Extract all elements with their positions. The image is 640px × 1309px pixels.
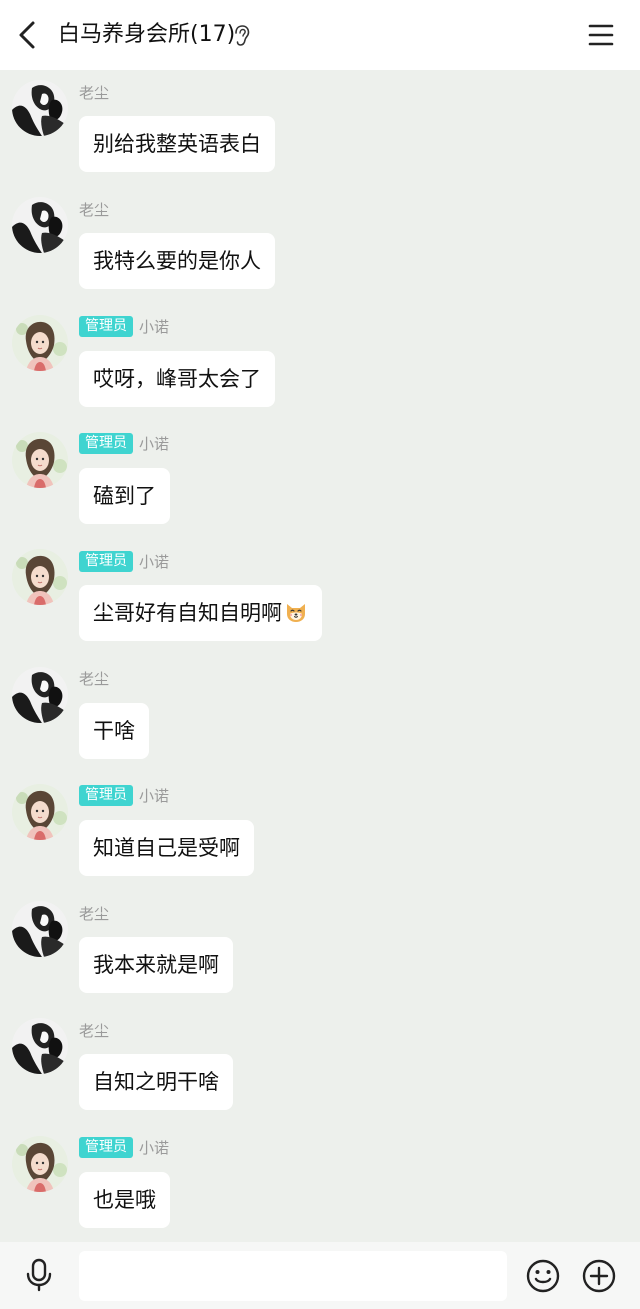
avatar[interactable] [12,1135,68,1192]
admin-badge: 管理员 [79,433,133,455]
sender-name: 老尘 [79,83,110,102]
message-text: 自知之明干啥 [93,1070,219,1095]
admin-badge: 管理员 [79,316,133,338]
avatar[interactable] [12,901,68,958]
shiba-face-icon [287,604,305,623]
input-bar [0,1242,640,1309]
avatar[interactable] [12,783,68,840]
message-bubble[interactable]: 哎呀，峰哥太会了 [79,350,275,407]
sender-info: 老尘 [79,80,109,104]
sender-name: 老尘 [79,670,110,688]
message-bubble[interactable]: 我特么要的是你人 [79,233,275,290]
message-text: 磕到了 [93,483,156,508]
message-item: 管理员 小诺知道自己是受啊 [0,774,640,891]
message-item: 管理员 小诺磕到了 [0,422,640,539]
sender-name: 小诺 [139,787,170,806]
message-item: 老尘干啥 [0,657,640,774]
avatar[interactable] [12,666,68,723]
sender-info: 管理员 小诺 [79,784,169,808]
message-text: 我本来就是啊 [93,953,219,978]
avatar[interactable] [12,549,68,606]
message-text: 尘哥好有自知自明啊 [93,601,282,626]
message-input[interactable] [79,1251,507,1301]
sender-info: 老尘 [79,197,109,221]
message-text: 也是哦 [93,1187,156,1212]
sender-name: 小诺 [139,435,170,454]
chevron-left-icon [19,21,35,49]
plus-circle-icon [582,1259,616,1293]
ear-icon[interactable] [233,24,251,48]
sender-info: 管理员 小诺 [79,1136,169,1160]
message-text: 别给我整英语表白 [93,132,261,156]
avatar[interactable] [12,314,68,371]
chat-header: 白马养身会所(17) [0,0,640,70]
avatar[interactable] [12,197,68,254]
message-text: 哎呀，峰哥太会了 [93,366,261,391]
admin-badge: 管理员 [79,785,133,807]
avatar[interactable] [12,431,68,488]
avatar[interactable] [12,80,68,136]
message-bubble[interactable]: 也是哦 [79,1171,170,1228]
message-item: 老尘自知之明干啥 [0,1008,640,1125]
admin-badge: 管理员 [79,550,133,572]
chat-title: 白马养身会所(17) [58,22,236,47]
avatar[interactable] [12,1018,68,1075]
sender-name: 小诺 [139,1139,170,1158]
sender-name: 小诺 [139,552,170,571]
admin-badge: 管理员 [79,1137,133,1159]
message-item: 管理员 小诺哎呀，峰哥太会了 [0,305,640,422]
message-item: 管理员 小诺也是哦 [0,1126,640,1242]
message-bubble[interactable]: 我本来就是啊 [79,937,233,994]
sender-name: 老尘 [79,904,110,923]
menu-button[interactable] [586,20,616,50]
back-button[interactable] [12,18,42,52]
smiley-icon [526,1259,560,1293]
sender-name: 老尘 [79,1021,110,1040]
sender-info: 老尘 [79,1018,109,1042]
message-text: 知道自己是受啊 [93,835,240,860]
message-text: 我特么要的是你人 [93,249,261,274]
sender-name: 小诺 [139,318,170,337]
hamburger-menu-icon [588,24,614,46]
microphone-icon [26,1258,52,1292]
sender-info: 老尘 [79,667,109,691]
message-bubble[interactable]: 别给我整英语表白 [79,116,275,172]
message-item: 管理员 小诺尘哥好有自知自明啊 [0,539,640,656]
message-bubble[interactable]: 自知之明干啥 [79,1054,233,1111]
message-item: 老尘别给我整英语表白 [0,70,640,187]
message-item: 老尘我特么要的是你人 [0,187,640,304]
voice-button[interactable] [22,1258,56,1292]
emoji-button[interactable] [525,1258,561,1294]
sender-name: 老尘 [79,200,110,219]
sender-info: 管理员 小诺 [79,315,169,339]
message-bubble[interactable]: 知道自己是受啊 [79,819,254,876]
sender-info: 管理员 小诺 [79,432,169,456]
message-bubble[interactable]: 磕到了 [79,467,170,524]
sender-info: 老尘 [79,901,109,925]
message-list[interactable]: 老尘 别给我整英语表白 老尘 我特么要的是你人 管理员 小诺 哎呀，峰哥太会了 管理员 小诺 磕到… [0,70,640,1242]
more-button[interactable] [581,1258,617,1294]
sender-info: 管理员 小诺 [79,549,169,573]
message-text: 干啥 [93,718,135,743]
message-item: 老尘我本来就是啊 [0,891,640,1008]
message-bubble[interactable]: 干啥 [79,702,149,759]
message-bubble[interactable]: 尘哥好有自知自明啊 [79,585,322,642]
